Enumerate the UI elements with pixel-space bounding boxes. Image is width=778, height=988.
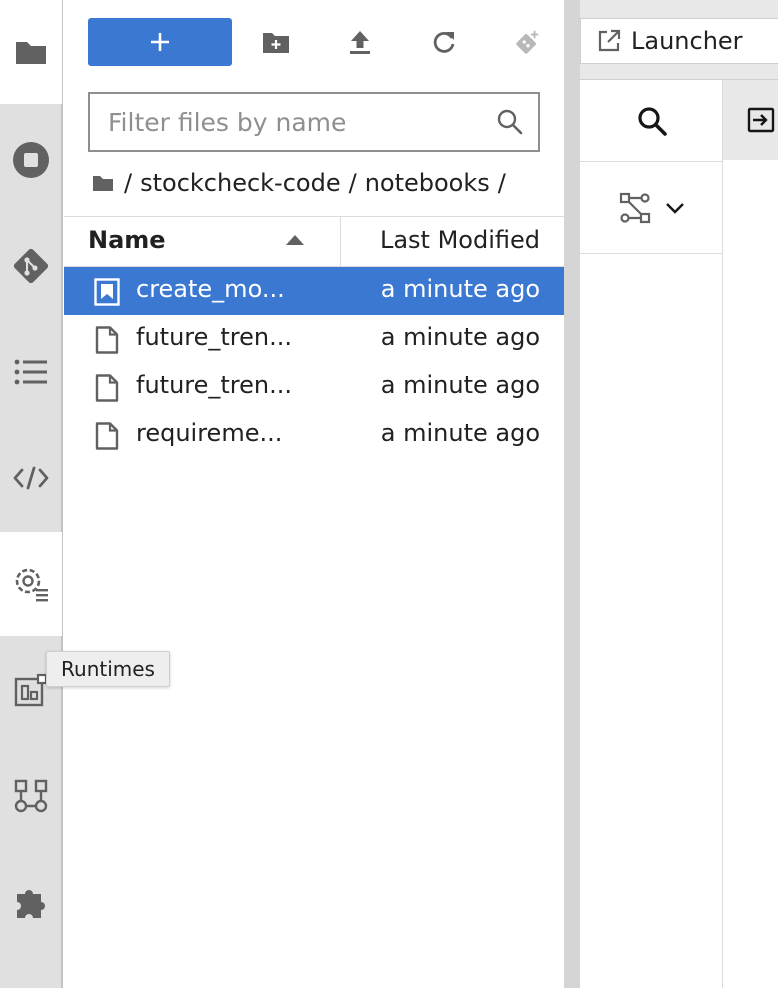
runtimes-tooltip: Runtimes (46, 651, 170, 687)
breadcrumb: / stockcheck-code / notebooks / (92, 166, 514, 200)
tab-bar: Launcher (580, 0, 778, 80)
activity-components[interactable] (0, 744, 62, 848)
file-browser-toolbar (64, 0, 564, 90)
new-folder-icon (263, 33, 289, 53)
breadcrumb-stockcheck-code[interactable]: stockcheck-code (140, 169, 341, 197)
activity-file-browser[interactable] (0, 0, 62, 104)
upload-button[interactable] (346, 28, 374, 56)
activity-runtimes[interactable] (0, 532, 62, 636)
search-icon (637, 106, 667, 136)
breadcrumb-notebooks[interactable]: notebooks (365, 169, 490, 197)
activity-table-of-contents[interactable] (0, 320, 62, 424)
activity-extensions[interactable] (0, 850, 62, 954)
file-list-header: Name Last Modified (64, 216, 564, 267)
git-clone-button[interactable] (514, 28, 542, 56)
upload-icon (350, 31, 370, 54)
file-name: create_mo... (136, 275, 285, 303)
breadcrumb-separator: / (348, 169, 357, 197)
file-name: future_tren... (136, 323, 292, 351)
file-icon (95, 422, 119, 450)
code-icon (13, 466, 49, 490)
breadcrumb-home[interactable] (92, 174, 114, 192)
activity-bar (0, 0, 63, 988)
activity-running-sessions[interactable] (0, 108, 62, 212)
list-icon (14, 359, 47, 385)
puzzle-icon (17, 890, 45, 918)
pipeline-toolbar (580, 80, 723, 988)
file-icon (95, 326, 119, 354)
folder-icon (93, 176, 113, 191)
file-icon (95, 374, 119, 402)
pipeline-components-icon (14, 779, 48, 813)
column-header-last-modified[interactable]: Last Modified (380, 226, 540, 254)
tab-launcher[interactable]: Launcher (580, 18, 778, 64)
launch-icon (598, 29, 621, 52)
file-list: create_mo... a minute ago future_tren...… (64, 267, 564, 459)
sort-ascending-icon[interactable] (286, 235, 304, 245)
file-row-future-trend-1[interactable]: future_tren... a minute ago (64, 315, 564, 363)
panel-splitter[interactable] (564, 0, 580, 988)
file-row-future-trend-2[interactable]: future_tren... a minute ago (64, 363, 564, 411)
panel-open-icon (747, 107, 775, 133)
new-folder-button[interactable] (262, 28, 290, 56)
main-area: Launcher (580, 0, 778, 988)
open-panel-button[interactable] (723, 80, 778, 160)
filter-box (88, 92, 540, 152)
refresh-button[interactable] (430, 28, 458, 56)
file-browser-panel: / stockcheck-code / notebooks / Name Las… (64, 0, 564, 988)
activity-code-snippets[interactable] (0, 426, 62, 530)
app-root: / stockcheck-code / notebooks / Name Las… (0, 0, 778, 988)
search-icon (497, 109, 523, 135)
pipeline-icon (619, 192, 650, 223)
breadcrumb-root-separator: / (124, 169, 133, 197)
git-clone-icon (516, 30, 539, 54)
git-icon (13, 248, 49, 284)
tab-label: Launcher (631, 27, 743, 55)
stop-circle-icon (13, 142, 49, 178)
chevron-down-icon (665, 202, 684, 214)
column-header-name[interactable]: Name (88, 226, 166, 254)
file-modified: a minute ago (380, 371, 540, 399)
column-divider[interactable] (340, 217, 341, 267)
notebook-icon (94, 278, 120, 306)
refresh-icon (433, 32, 455, 53)
folder-icon (16, 42, 46, 64)
file-name: future_tren... (136, 371, 292, 399)
new-launcher-button[interactable] (88, 18, 232, 66)
activity-git[interactable] (0, 214, 62, 318)
file-row-requirements[interactable]: requireme... a minute ago (64, 411, 564, 459)
pipeline-dropdown[interactable] (580, 162, 723, 254)
file-name: requireme... (136, 419, 283, 447)
file-row-create-model[interactable]: create_mo... a minute ago (64, 267, 564, 315)
filter-files-input[interactable] (90, 94, 490, 150)
file-modified: a minute ago (380, 419, 540, 447)
file-modified: a minute ago (380, 275, 540, 303)
plus-icon (151, 33, 169, 51)
pipeline-search-button[interactable] (580, 80, 723, 162)
gear-list-icon (15, 568, 48, 602)
file-modified: a minute ago (380, 323, 540, 351)
breadcrumb-separator: / (497, 169, 506, 197)
grid-icon (14, 673, 48, 707)
